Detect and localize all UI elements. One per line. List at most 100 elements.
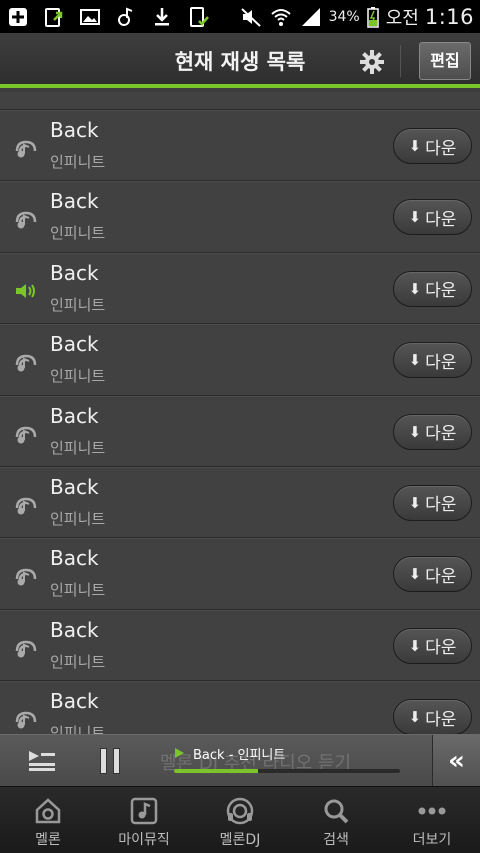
music-note-icon <box>14 351 38 373</box>
music-note-icon <box>14 494 38 516</box>
download-arrow-icon: ⬇ <box>408 708 422 727</box>
track-artist: 인피니트 <box>50 153 106 171</box>
track-row[interactable]: Back 인피니트 ⬇ 다운 <box>0 681 480 734</box>
collapse-button[interactable]: « <box>432 735 480 787</box>
battery-percent: 34% <box>328 8 360 25</box>
download-button[interactable]: ⬇ 다운 <box>393 199 472 236</box>
speaker-icon <box>14 280 38 302</box>
track-artist: 인피니트 <box>50 224 106 243</box>
add-icon <box>6 6 30 28</box>
download-arrow-icon: ⬇ <box>408 422 422 441</box>
download-arrow-icon: ⬇ <box>408 565 422 584</box>
download-arrow-icon: ⬇ <box>408 493 422 512</box>
track-title: Back <box>50 260 99 285</box>
mini-player: 멜론 DJ 추천 라디오 듣기 Back - 인피니트 « <box>0 734 480 787</box>
music-note-icon <box>14 423 38 445</box>
track-row[interactable]: Back 인피니트 ⬇ 다운 <box>0 609 480 682</box>
download-button[interactable]: ⬇ 다운 <box>393 270 472 307</box>
track-row[interactable]: Back 인피니트 ⬇ 다운 <box>0 181 480 253</box>
track-artist: 인피니트 <box>50 438 106 457</box>
download-label: 다운 <box>425 424 457 445</box>
track-title: Back <box>50 617 99 642</box>
track-artist: 인피니트 <box>50 581 106 600</box>
music-icon <box>114 6 138 28</box>
upload-icon <box>42 6 66 28</box>
nav-my-music[interactable]: 마이뮤직 <box>96 787 192 853</box>
nav-melon[interactable]: 멜론 <box>0 787 96 853</box>
headphones-icon <box>225 797 255 825</box>
melon-home-icon <box>33 797 63 825</box>
clock-ampm: 오전 <box>385 7 419 29</box>
download-label: 다운 <box>425 281 457 302</box>
download-button[interactable]: ⬇ 다운 <box>393 699 472 734</box>
download-button[interactable]: ⬇ 다운 <box>393 484 472 521</box>
track-artist: 인피니트 <box>50 509 106 528</box>
play-indicator-icon <box>175 748 184 758</box>
nav-label: 검색 <box>323 832 349 848</box>
download-label: 다운 <box>425 138 457 159</box>
download-arrow-icon: ⬇ <box>408 351 422 370</box>
download-button[interactable]: ⬇ 다운 <box>393 342 472 379</box>
list-top-spacer <box>0 92 480 110</box>
progress-fill <box>174 769 258 773</box>
bottom-nav: 멜론 마이뮤직 멜론DJ 검색 더보기 <box>0 786 480 853</box>
download-label: 다운 <box>425 709 457 730</box>
nav-search[interactable]: 검색 <box>288 787 384 853</box>
track-title: Back <box>50 403 99 428</box>
track-artist: 인피니트 <box>50 295 106 314</box>
download-label: 다운 <box>425 638 457 659</box>
track-row[interactable]: Back 인피니트 ⬇ 다운 <box>0 395 480 467</box>
track-row[interactable]: Back 인피니트 ⬇ 다운 <box>0 324 480 396</box>
progress-bar[interactable] <box>174 769 400 773</box>
download-icon <box>150 6 174 28</box>
download-button[interactable]: ⬇ 다운 <box>393 627 472 664</box>
phone-check-icon <box>186 6 210 28</box>
title-bar: 현재 재생 목록 편집 <box>0 33 480 88</box>
track-title: Back <box>50 474 99 499</box>
header-divider <box>400 45 401 77</box>
track-row[interactable]: Back 인피니트 ⬇ 다운 <box>0 252 480 325</box>
download-arrow-icon: ⬇ <box>408 636 422 655</box>
mute-icon <box>239 6 263 28</box>
track-title: Back <box>50 332 99 357</box>
edit-button[interactable]: 편집 <box>419 42 471 80</box>
download-button[interactable]: ⬇ 다운 <box>393 556 472 593</box>
track-row[interactable]: Back 인피니트 ⬇ 다운 <box>0 466 480 539</box>
nav-melon-dj[interactable]: 멜론DJ <box>192 787 288 853</box>
download-button[interactable]: ⬇ 다운 <box>393 413 472 450</box>
now-playing-text[interactable]: Back - 인피니트 <box>193 744 285 763</box>
track-artist: 인피니트 <box>50 724 106 734</box>
page-title: 현재 재생 목록 <box>174 50 306 74</box>
track-title: Back <box>50 118 99 142</box>
signal-icon <box>299 6 323 28</box>
battery-icon <box>366 6 380 28</box>
music-note-icon <box>14 137 38 159</box>
download-label: 다운 <box>425 352 457 373</box>
playlist-icon[interactable] <box>27 749 57 773</box>
search-icon <box>321 797 351 825</box>
nav-label: 멜론 <box>35 832 61 848</box>
download-button[interactable]: ⬇ 다운 <box>393 128 472 164</box>
clock-time: 1:16 <box>424 4 474 29</box>
track-title: Back <box>50 546 99 571</box>
track-row[interactable]: Back 인피니트 ⬇ 다운 <box>0 110 480 182</box>
track-row[interactable]: Back 인피니트 ⬇ 다운 <box>0 538 480 610</box>
app-root: 34% 오전 1:16 현재 재생 목록 편집 Back 인피니트 ⬇ 다운 B… <box>0 0 480 853</box>
more-icon <box>417 797 447 825</box>
track-artist: 인피니트 <box>50 367 106 386</box>
nav-label: 마이뮤직 <box>118 832 170 848</box>
image-icon <box>78 6 102 28</box>
playlist[interactable]: Back 인피니트 ⬇ 다운 Back 인피니트 ⬇ 다운 Back 인피니트 ⬇ 다운 Back 인피니… <box>0 92 480 734</box>
pause-button[interactable] <box>100 748 122 774</box>
music-note-icon <box>14 208 38 230</box>
gear-icon[interactable] <box>360 50 384 74</box>
nav-more[interactable]: 더보기 <box>384 787 480 853</box>
status-bar: 34% 오전 1:16 <box>0 0 480 33</box>
download-arrow-icon: ⬇ <box>408 208 422 227</box>
nav-label: 더보기 <box>412 832 452 848</box>
music-note-icon <box>14 565 38 587</box>
download-label: 다운 <box>425 566 457 587</box>
track-artist: 인피니트 <box>50 652 106 671</box>
nav-label: 멜론DJ <box>219 832 261 848</box>
track-title: Back <box>50 189 99 214</box>
